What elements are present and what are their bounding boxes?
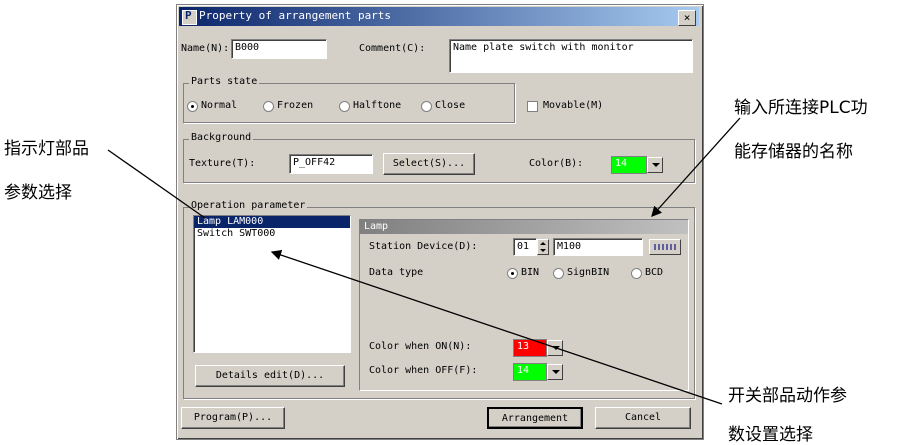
arrow-switch-param [270, 249, 723, 405]
arrow-lamp-param [107, 149, 206, 219]
arrow-plc-device [651, 117, 741, 217]
annotation-arrows [107, 117, 741, 405]
